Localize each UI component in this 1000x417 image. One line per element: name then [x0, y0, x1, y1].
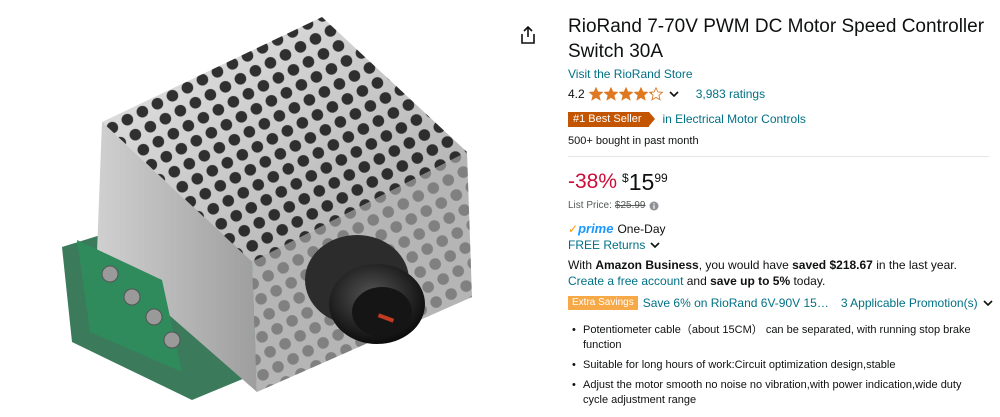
business-name: Amazon Business: [595, 258, 699, 272]
free-returns-label: FREE Returns: [568, 238, 646, 252]
extra-savings-link[interactable]: Save 6% on RioRand 6V-90V 15…: [643, 296, 829, 310]
chevron-down-icon: [982, 300, 993, 307]
rating-value: 4.2: [568, 87, 585, 101]
star-icon: [588, 87, 603, 101]
business-and: and: [683, 274, 711, 288]
business-post: in the last year.: [872, 258, 957, 272]
star-rating[interactable]: [588, 87, 664, 101]
prime-delivery: One-Day: [617, 221, 666, 236]
star-icon: [648, 87, 663, 101]
chevron-down-icon: [650, 242, 660, 249]
business-save: save up to 5%: [710, 274, 791, 288]
price-fraction: 99: [654, 171, 668, 185]
promotions-label: 3 Applicable Promotion(s): [840, 296, 978, 310]
prime-row: ✓ prime One-Day: [568, 221, 993, 236]
feature-bullet: Potentiometer cable（about 15CM） can be s…: [568, 323, 980, 353]
best-seller-category-link[interactable]: in Electrical Motor Controls: [662, 112, 805, 126]
price-symbol: $: [622, 171, 629, 185]
business-end: today.: [790, 274, 826, 288]
bought-in-past-month: 500+ bought in past month: [568, 135, 699, 147]
info-icon[interactable]: [649, 201, 659, 211]
extra-savings-badge: Extra Savings: [568, 296, 638, 310]
feature-bullet: Adjust the motor smooth no noise no vibr…: [568, 378, 980, 408]
star-icon: [603, 87, 618, 101]
list-price-value: $25.99: [614, 200, 646, 211]
feature-bullets: Potentiometer cable（about 15CM） can be s…: [568, 323, 993, 408]
list-price: List Price: $25.99: [568, 200, 993, 211]
chevron-down-icon[interactable]: [668, 88, 680, 100]
share-icon[interactable]: [519, 25, 537, 45]
list-price-label: List Price:: [568, 200, 612, 211]
amazon-business-offer: With Amazon Business, you would have sav…: [568, 257, 993, 289]
ratings-count-link[interactable]: 3,983 ratings: [696, 87, 765, 101]
product-image[interactable]: [22, 12, 512, 412]
price-whole: 15: [628, 169, 655, 195]
feature-bullet: Suitable for long hours of work:Circuit …: [568, 358, 980, 373]
best-seller-row: #1 Best Seller in Electrical Motor Contr…: [568, 111, 993, 127]
create-account-link[interactable]: Create a free account: [568, 274, 683, 288]
business-mid: , you would have: [698, 258, 793, 272]
product-details: RioRand 7-70V PWM DC Motor Speed Control…: [568, 14, 993, 413]
business-saved: saved $218.67: [792, 258, 873, 272]
extra-savings-row: Extra Savings Save 6% on RioRand 6V-90V …: [568, 295, 993, 311]
star-icon: [633, 87, 648, 101]
prime-check-icon: ✓: [568, 221, 579, 236]
discount-percent: -38%: [568, 170, 618, 193]
rating-row: 4.2 3,983 ratings: [568, 85, 993, 103]
product-image-area: [0, 0, 535, 417]
price-row: -38% $ 15 99: [568, 169, 993, 195]
promotions-link[interactable]: 3 Applicable Promotion(s): [841, 296, 994, 310]
store-link[interactable]: Visit the RioRand Store: [568, 67, 693, 81]
product-title: RioRand 7-70V PWM DC Motor Speed Control…: [568, 16, 985, 62]
divider: [568, 156, 989, 157]
prime-logo[interactable]: prime: [578, 221, 613, 236]
best-seller-badge[interactable]: #1 Best Seller: [568, 111, 657, 127]
business-pre: With: [568, 258, 596, 272]
free-returns-link[interactable]: FREE Returns: [568, 238, 993, 252]
star-icon: [618, 87, 633, 101]
